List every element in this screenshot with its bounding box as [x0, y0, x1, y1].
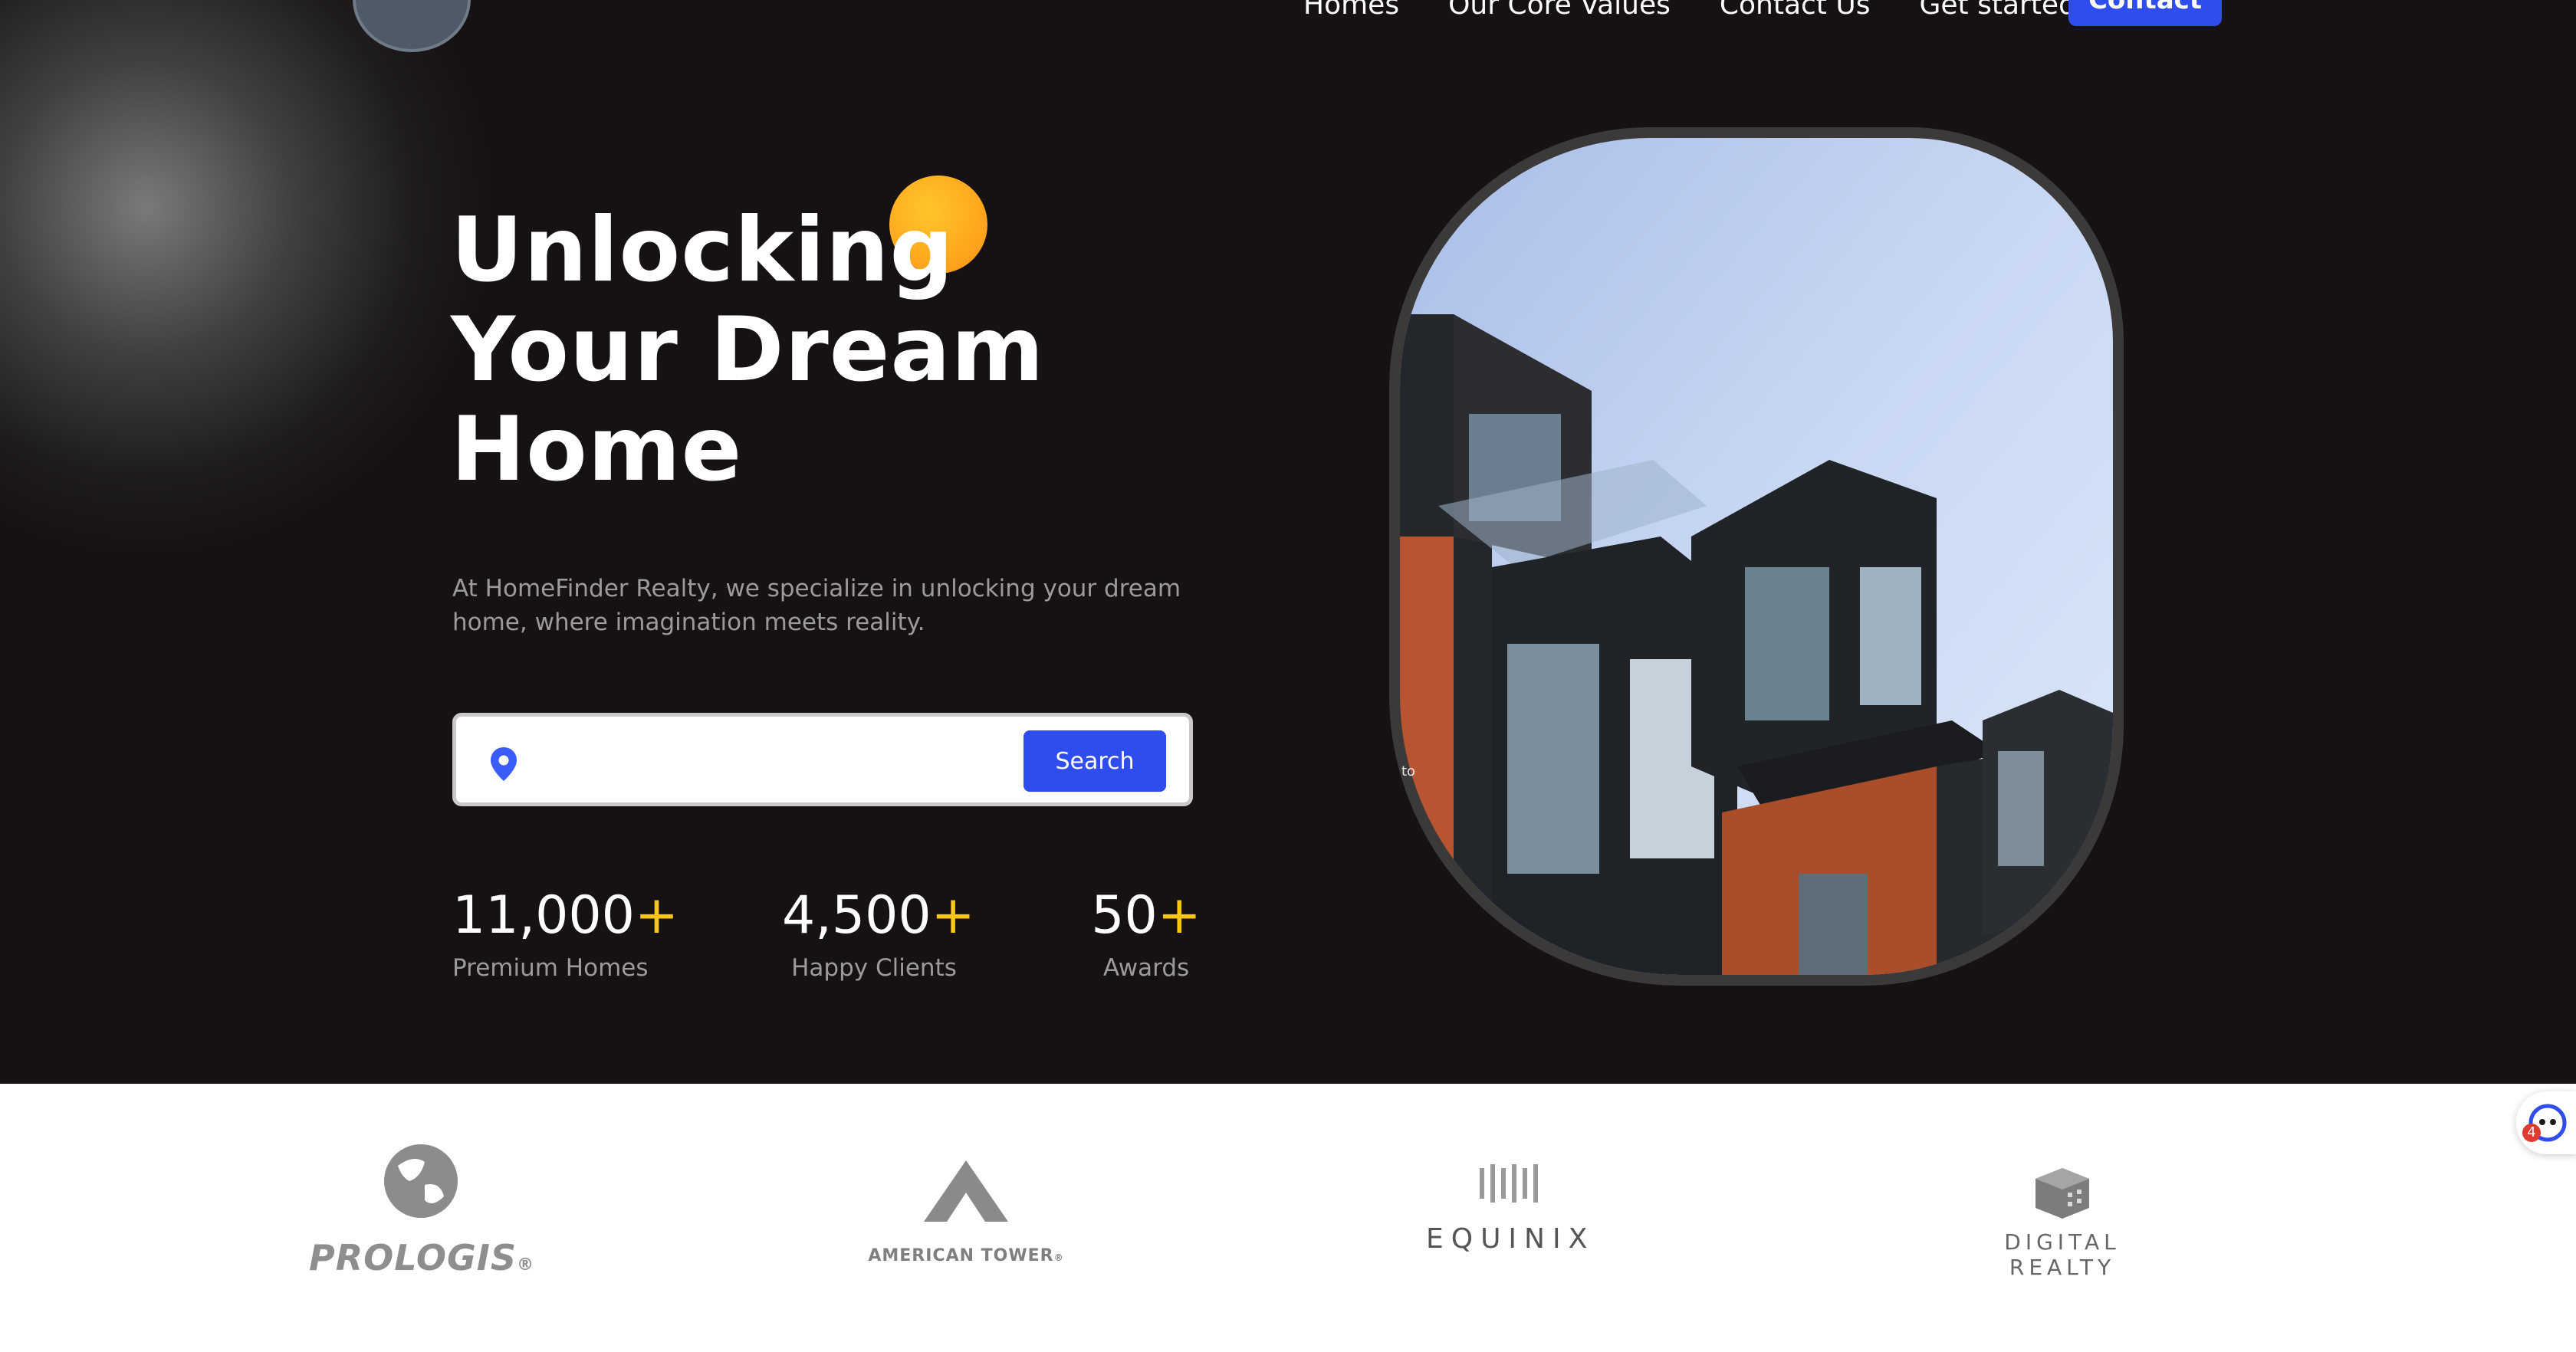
cube-logo-icon: [2036, 1168, 2089, 1219]
partner-logo-american-tower: AMERICAN TOWER®: [851, 1160, 1081, 1283]
partner-logo-text: AMERICAN TOWER®: [868, 1246, 1064, 1265]
tower-logo-icon: [924, 1160, 1008, 1222]
globe-logo-icon: [384, 1144, 458, 1218]
stat-label: Awards: [1102, 954, 1190, 982]
stat-value: 4,500+: [782, 885, 975, 946]
partner-logo-text: EQUINIX: [1426, 1223, 1595, 1255]
contact-button[interactable]: Contact: [2068, 0, 2222, 26]
stat-happy-clients: 4,500+ Happy Clients: [782, 881, 975, 986]
stat-premium-homes: 11,000+ Premium Homes: [452, 881, 678, 986]
notification-badge: 4: [2522, 1124, 2541, 1142]
stat-value: 50+: [1091, 885, 1201, 946]
nav-link-get-started[interactable]: Get started: [1919, 0, 2075, 21]
partner-logo-text: PROLOGIS®: [308, 1237, 535, 1278]
partner-logo-prologis: PROLOGIS®: [307, 1139, 537, 1292]
hero-building-photo: [1389, 127, 2124, 986]
stat-label: Happy Clients: [791, 954, 957, 982]
partner-logos-band: PROLOGIS® AMERICAN TOWER® EQUINIX DIGITA…: [0, 1084, 2576, 1352]
hero-title-line: Your Dream: [451, 298, 1045, 402]
nav-link-contact-us[interactable]: Contact Us: [1720, 0, 1871, 21]
location-pin-icon: [491, 747, 517, 781]
top-nav: Homes Our Core Values Contact Us Get sta…: [1303, 0, 2076, 26]
stat-label: Premium Homes: [452, 954, 649, 982]
background-glow: [0, 0, 491, 552]
hero-description: At HomeFinder Realty, we specialize in u…: [452, 575, 1181, 636]
nav-link-core-values[interactable]: Our Core Values: [1448, 0, 1671, 21]
search-input[interactable]: [540, 737, 1004, 786]
stat-value: 11,000+: [452, 885, 678, 946]
hero-title-line: Unlocking: [451, 199, 955, 302]
partner-logo-digital-realty: DIGITAL REALTY: [1947, 1168, 2177, 1280]
partner-logo-text: DIGITAL REALTY: [2004, 1229, 2121, 1280]
nav-link-homes[interactable]: Homes: [1303, 0, 1399, 21]
location-search-bar: Search: [452, 713, 1193, 806]
hero-title-line: Home: [451, 398, 743, 501]
photo-caption: to: [1401, 763, 1416, 779]
search-button[interactable]: Search: [1024, 730, 1166, 792]
partner-logo-equinix: EQUINIX: [1426, 1160, 1595, 1260]
hero-section: Homes Our Core Values Contact Us Get sta…: [0, 0, 2576, 1084]
chat-widget-button[interactable]: 4: [2516, 1091, 2576, 1154]
equinix-logo-icon: [1480, 1164, 1538, 1203]
stat-awards: 50+ Awards: [1089, 881, 1204, 986]
hero-title: Unlocking Your Dream Home: [451, 201, 1045, 500]
